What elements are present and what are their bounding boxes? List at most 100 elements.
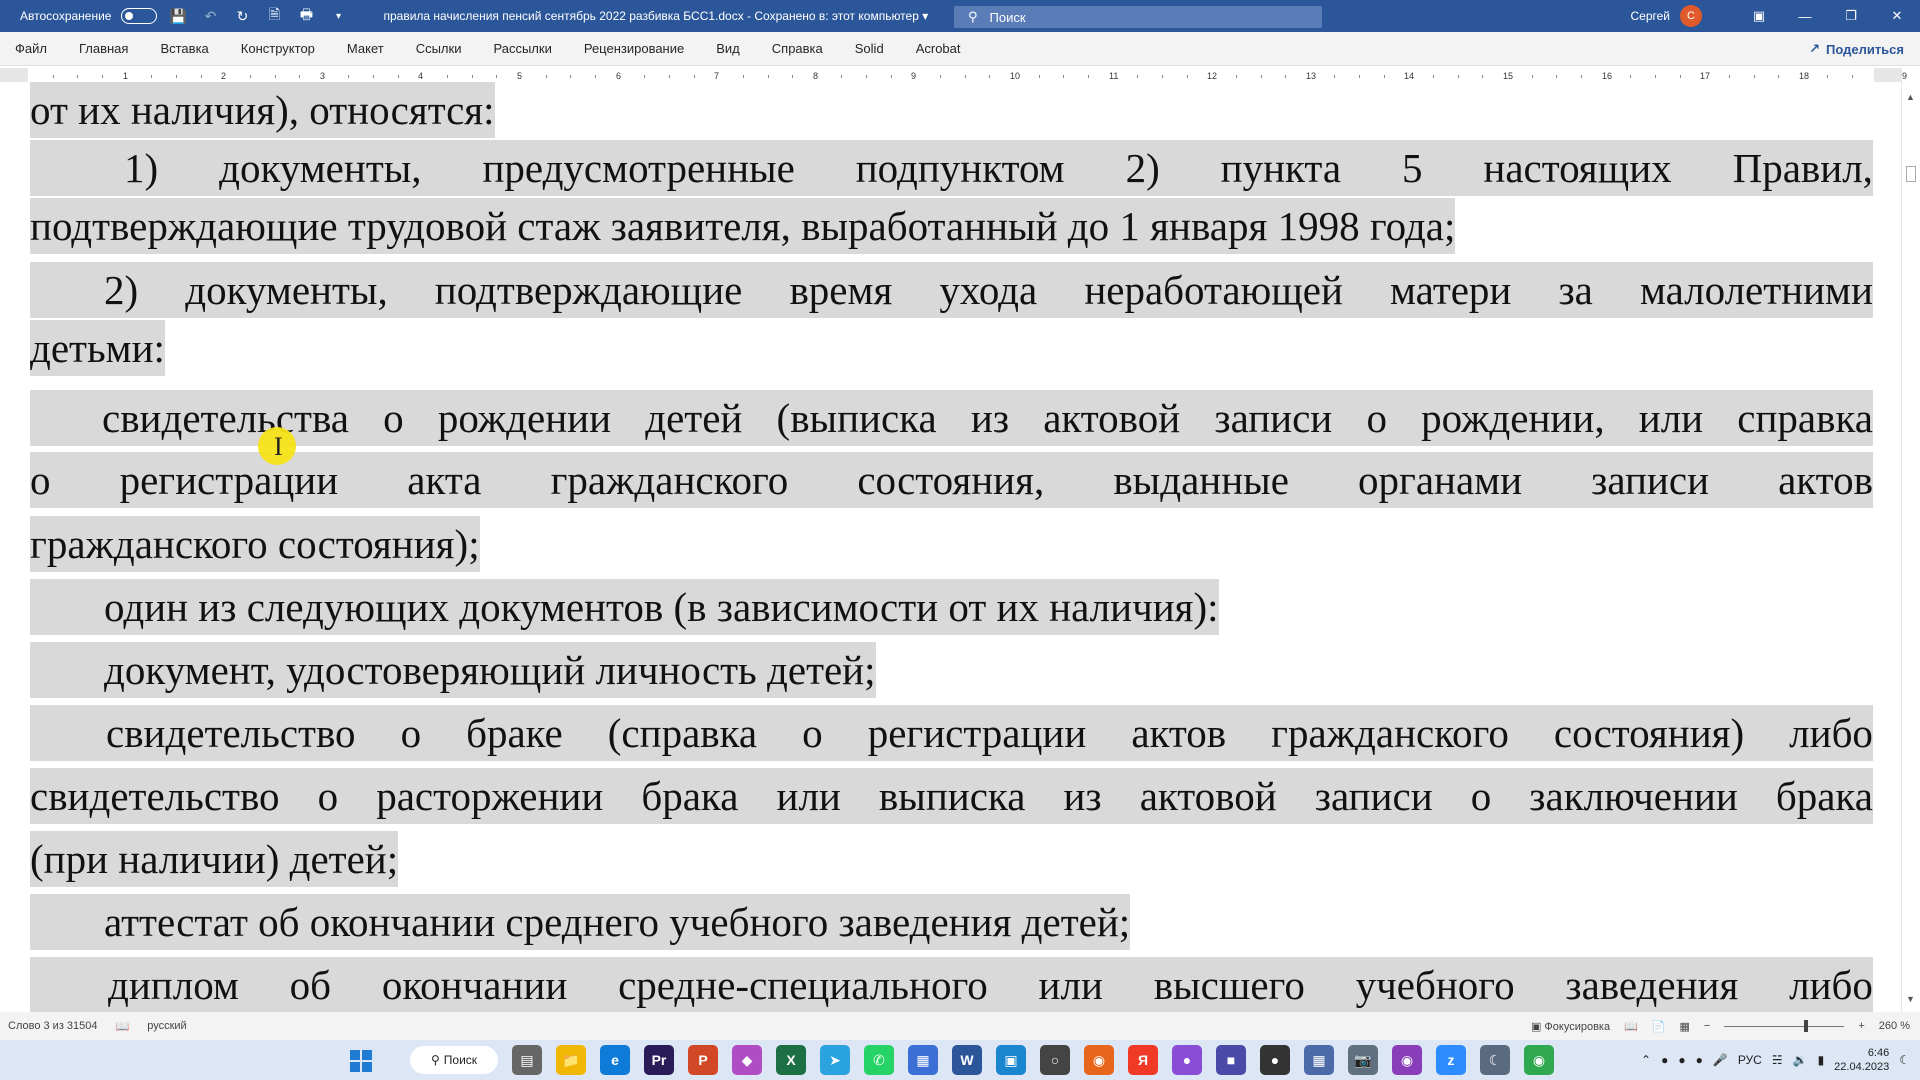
tray-app-icon[interactable]: ●: [1696, 1053, 1703, 1067]
tab-layout[interactable]: Макет: [331, 41, 400, 56]
app-icon[interactable]: ●: [1172, 1045, 1202, 1075]
yandex-browser-icon[interactable]: Я: [1128, 1045, 1158, 1075]
doc-word: ухода: [939, 267, 1038, 313]
volume-icon[interactable]: 🔉: [1793, 1053, 1808, 1067]
telegram-icon[interactable]: ➤: [820, 1045, 850, 1075]
doc-word: неработающей: [1084, 267, 1343, 313]
autosave-label: Автосохранение: [20, 9, 112, 23]
ribbon-display-icon[interactable]: ▣: [1736, 0, 1782, 32]
windows-start-icon[interactable]: [350, 1050, 372, 1072]
microphone-icon[interactable]: 🎤: [1713, 1053, 1728, 1067]
tab-review[interactable]: Рецензирование: [568, 41, 700, 56]
ruler-number: 4: [418, 71, 424, 81]
redo-icon[interactable]: ↻: [231, 5, 253, 27]
ruler-tick: [250, 75, 251, 78]
tab-insert[interactable]: Вставка: [144, 41, 224, 56]
avatar[interactable]: С: [1680, 5, 1702, 27]
tray-app-icon[interactable]: ●: [1678, 1053, 1685, 1067]
edge-browser-icon[interactable]: e: [600, 1045, 630, 1075]
save-icon[interactable]: 💾: [167, 5, 189, 27]
word-icon[interactable]: W: [952, 1045, 982, 1075]
web-layout-icon[interactable]: ▦: [1680, 1020, 1690, 1033]
document-title[interactable]: правила начисления пенсий сентябрь 2022 …: [383, 9, 928, 23]
vertical-scrollbar[interactable]: ▲ ▼: [1901, 82, 1920, 1012]
ruler-tick: [669, 75, 670, 78]
read-mode-icon[interactable]: 📖: [1624, 1020, 1638, 1033]
zoom-app-icon[interactable]: z: [1436, 1045, 1466, 1075]
app-icon[interactable]: ○: [1040, 1045, 1070, 1075]
ruler-tick: [743, 75, 744, 78]
app-icon[interactable]: ■: [1216, 1045, 1246, 1075]
chrome-icon[interactable]: ◉: [1524, 1045, 1554, 1075]
new-document-icon[interactable]: 🗎: [263, 5, 285, 27]
camera-icon[interactable]: 📷: [1348, 1045, 1378, 1075]
doc-word: (справка: [607, 710, 758, 756]
zoom-in-icon[interactable]: +: [1858, 1020, 1864, 1032]
doc-word: 5: [1401, 145, 1423, 191]
scroll-down-icon[interactable]: ▼: [1906, 994, 1915, 1004]
ruler-tick: [1482, 75, 1483, 78]
clock[interactable]: 6:46 22.04.2023: [1834, 1046, 1889, 1074]
focus-mode-button[interactable]: ▣ Фокусировка: [1531, 1020, 1610, 1033]
horizontal-ruler[interactable]: 1 2 3 4 5 6 7 8 9 10 11 12 13 14 15 16 17 18 19: [28, 68, 1907, 82]
doc-line: подтверждающие трудовой стаж заявителя, …: [30, 198, 1456, 254]
calculator-icon[interactable]: ▦: [1304, 1045, 1334, 1075]
wifi-icon[interactable]: ☵: [1772, 1053, 1783, 1067]
share-button[interactable]: ↗ Поделиться: [1809, 38, 1904, 60]
taskbar-search-button[interactable]: ⚲ Поиск: [410, 1046, 498, 1074]
zoom-level[interactable]: 260 %: [1879, 1020, 1910, 1032]
search-input[interactable]: ⚲ Поиск: [954, 6, 1322, 28]
tray-app-icon[interactable]: ●: [1661, 1053, 1668, 1067]
app-icon[interactable]: ▣: [996, 1045, 1026, 1075]
ruler-number: 6: [616, 71, 622, 81]
zoom-out-icon[interactable]: −: [1704, 1020, 1710, 1032]
tab-help[interactable]: Справка: [756, 41, 839, 56]
task-view-icon[interactable]: ▤: [512, 1045, 542, 1075]
doc-line-justified: диплом об окончании средне-специального или в…: [30, 957, 1873, 1012]
tab-mailings[interactable]: Рассылки: [477, 41, 567, 56]
powerpoint-icon[interactable]: P: [688, 1045, 718, 1075]
doc-line-justified: свидетельства о рождении детей (выписка из акт…: [30, 390, 1873, 446]
firefox-icon[interactable]: ◉: [1084, 1045, 1114, 1075]
tab-references[interactable]: Ссылки: [400, 41, 478, 56]
zoom-slider[interactable]: [1724, 1019, 1845, 1032]
autosave-toggle[interactable]: [121, 8, 158, 24]
zoom-slider-knob[interactable]: [1804, 1019, 1809, 1032]
app-icon[interactable]: ◉: [1392, 1045, 1422, 1075]
doc-word: настоящих: [1483, 145, 1672, 191]
app-icon[interactable]: ☾: [1480, 1045, 1510, 1075]
scroll-thumb[interactable]: [1906, 166, 1916, 182]
language-indicator[interactable]: русский: [147, 1020, 186, 1032]
battery-icon[interactable]: ▮: [1818, 1053, 1825, 1067]
undo-icon[interactable]: ↶: [199, 5, 221, 27]
file-explorer-icon[interactable]: 📁: [556, 1045, 586, 1075]
print-layout-icon[interactable]: 📄: [1652, 1020, 1666, 1033]
minimize-icon[interactable]: —: [1782, 0, 1828, 32]
app-icon[interactable]: ◆: [732, 1045, 762, 1075]
print-preview-icon[interactable]: 🖶: [295, 5, 317, 27]
chevron-up-icon[interactable]: ⌃: [1641, 1053, 1651, 1067]
tab-file[interactable]: Файл: [0, 41, 63, 56]
word-count[interactable]: Слово 3 из 31504: [8, 1020, 98, 1032]
close-icon[interactable]: ✕: [1874, 0, 1920, 32]
document-canvas[interactable]: от их наличия), относятся: 1) документы, п…: [0, 82, 1902, 1012]
tab-view[interactable]: Вид: [700, 41, 756, 56]
restore-icon[interactable]: ❐: [1828, 0, 1874, 32]
tab-solid[interactable]: Solid: [839, 41, 900, 56]
user-name[interactable]: Сергей: [1630, 9, 1670, 23]
recorder-icon[interactable]: ●: [1260, 1045, 1290, 1075]
whatsapp-icon[interactable]: ✆: [864, 1045, 894, 1075]
tab-acrobat[interactable]: Acrobat: [900, 41, 977, 56]
excel-icon[interactable]: X: [776, 1045, 806, 1075]
tab-design[interactable]: Конструктор: [225, 41, 331, 56]
ruler-tick: [546, 75, 547, 78]
calendar-icon[interactable]: ▦: [908, 1045, 938, 1075]
keyboard-language[interactable]: РУС: [1738, 1053, 1762, 1067]
premiere-icon[interactable]: Pr: [644, 1045, 674, 1075]
doc-word: состояния,: [857, 457, 1045, 503]
customize-toolbar-icon[interactable]: ▾: [327, 5, 349, 27]
scroll-up-icon[interactable]: ▲: [1906, 92, 1915, 102]
proofing-icon[interactable]: 📖: [116, 1020, 130, 1033]
notifications-icon[interactable]: ☾: [1899, 1053, 1910, 1067]
tab-home[interactable]: Главная: [63, 41, 144, 56]
